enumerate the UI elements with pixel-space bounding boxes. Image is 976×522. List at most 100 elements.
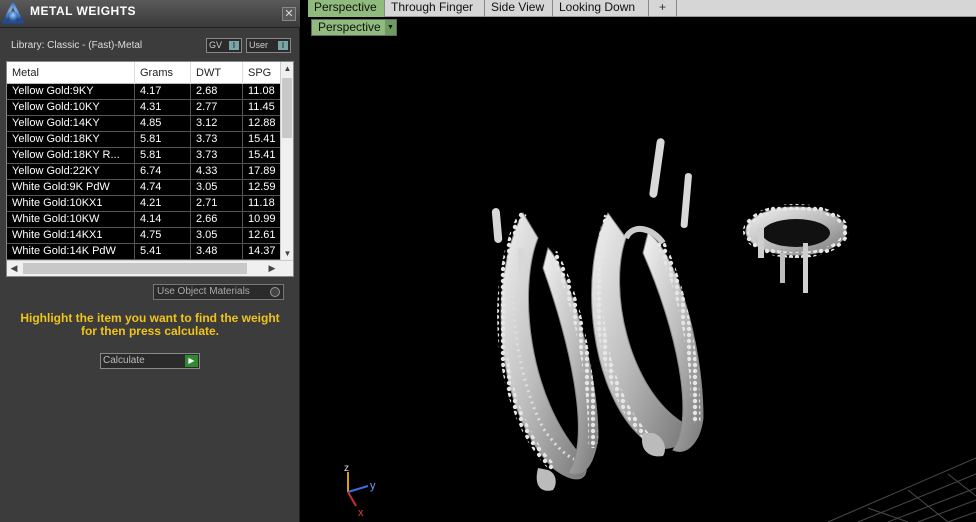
- 3d-viewport[interactable]: Perspective Through Finger Side View Loo…: [308, 0, 976, 522]
- tab-through-finger[interactable]: Through Finger: [385, 0, 485, 17]
- dwt-cell: 2.68: [191, 84, 243, 99]
- metal-cell: White Gold:10KW: [7, 212, 135, 227]
- dwt-cell: 3.48: [191, 244, 243, 259]
- dwt-cell: 3.73: [191, 132, 243, 147]
- scroll-up-icon[interactable]: ▲: [281, 62, 293, 75]
- table-row[interactable]: White Gold:9K PdW 4.74 3.05 12.59: [7, 180, 283, 196]
- dwt-cell: 3.05: [191, 180, 243, 195]
- metal-cell: Yellow Gold:9KY: [7, 84, 135, 99]
- vertical-scrollbar[interactable]: ▲ ▼: [280, 62, 293, 260]
- table-row[interactable]: Yellow Gold:14KY 4.85 3.12 12.88: [7, 116, 283, 132]
- grams-cell: 4.85: [135, 116, 191, 131]
- grams-cell: 5.81: [135, 132, 191, 147]
- instruction-text: Highlight the item you want to find the …: [20, 311, 280, 338]
- metal-cell: White Gold:10KX1: [7, 196, 135, 211]
- grams-cell: 6.74: [135, 164, 191, 179]
- dwt-cell: 2.71: [191, 196, 243, 211]
- grams-cell: 5.81: [135, 148, 191, 163]
- gv-select-label: GV: [209, 40, 223, 50]
- spg-cell: 17.89: [243, 164, 283, 179]
- metal-cell: White Gold:9K PdW: [7, 180, 135, 195]
- calculate-button[interactable]: Calculate ▶: [100, 353, 200, 369]
- table-row[interactable]: Yellow Gold:18KY 5.81 3.73 15.41: [7, 132, 283, 148]
- spg-cell: 11.45: [243, 100, 283, 115]
- spg-cell: 12.61: [243, 228, 283, 243]
- user-select[interactable]: User I: [246, 38, 291, 53]
- table-row[interactable]: Yellow Gold:18KY R... 5.81 3.73 15.41: [7, 148, 283, 164]
- table-row[interactable]: White Gold:14K PdW 5.41 3.48 14.37: [7, 244, 283, 260]
- column-header-dwt[interactable]: DWT: [191, 62, 243, 84]
- panel-title-bar: METAL WEIGHTS ✕: [0, 0, 300, 28]
- calculate-label: Calculate: [103, 355, 145, 366]
- table-row[interactable]: Yellow Gold:9KY 4.17 2.68 11.08: [7, 84, 283, 100]
- spg-cell: 15.41: [243, 148, 283, 163]
- dwt-cell: 4.33: [191, 164, 243, 179]
- horizontal-scrollbar[interactable]: ◀ ▶: [7, 260, 293, 276]
- tab-looking-down[interactable]: Looking Down: [553, 0, 649, 17]
- user-select-label: User: [249, 40, 269, 50]
- column-header-metal[interactable]: Metal: [7, 62, 135, 84]
- metal-cell: Yellow Gold:18KY: [7, 132, 135, 147]
- ring-shank-middle: [591, 138, 704, 457]
- scroll-down-icon[interactable]: ▼: [281, 247, 293, 260]
- spg-cell: 12.59: [243, 180, 283, 195]
- metal-cell: Yellow Gold:14KY: [7, 116, 135, 131]
- app-window: METAL WEIGHTS ✕ Library: Classic - (Fast…: [0, 0, 976, 522]
- add-tab-button[interactable]: +: [649, 0, 677, 17]
- axis-x-label: x: [358, 507, 364, 518]
- tab-perspective[interactable]: Perspective: [308, 0, 385, 17]
- play-arrow-icon: ▶: [185, 355, 198, 367]
- metal-weights-panel: METAL WEIGHTS ✕ Library: Classic - (Fast…: [0, 0, 300, 522]
- spg-cell: 10.99: [243, 212, 283, 227]
- metal-cell: White Gold:14KX1: [7, 228, 135, 243]
- axis-z-label: z: [344, 463, 349, 474]
- metal-table: Metal Grams DWT SPG Yellow Gold:9KY 4.17 2…: [6, 61, 294, 277]
- ring-model-render[interactable]: [308, 38, 976, 522]
- table-row[interactable]: White Gold:10KW 4.14 2.66 10.99: [7, 212, 283, 228]
- grams-cell: 4.21: [135, 196, 191, 211]
- table-row[interactable]: White Gold:10KX1 4.21 2.71 11.18: [7, 196, 283, 212]
- table-body: Yellow Gold:9KY 4.17 2.68 11.08 Yellow Gold:…: [7, 84, 283, 260]
- dwt-cell: 2.66: [191, 212, 243, 227]
- axis-y-label: y: [370, 480, 376, 492]
- column-header-grams[interactable]: Grams: [135, 62, 191, 84]
- spg-cell: 12.88: [243, 116, 283, 131]
- gv-select[interactable]: GV I: [206, 38, 242, 53]
- axis-gizmo: z y x: [344, 463, 376, 518]
- metal-cell: Yellow Gold:18KY R...: [7, 148, 135, 163]
- spg-cell: 15.41: [243, 132, 283, 147]
- table-header: Metal Grams DWT SPG: [7, 62, 283, 84]
- use-object-materials-toggle[interactable]: Use Object Materials: [153, 284, 284, 300]
- scroll-thumb-horizontal[interactable]: [23, 263, 247, 274]
- dwt-cell: 3.12: [191, 116, 243, 131]
- dropdown-arrow-icon: I: [229, 41, 239, 50]
- grams-cell: 4.31: [135, 100, 191, 115]
- metal-cell: White Gold:14K PdW: [7, 244, 135, 259]
- grams-cell: 4.14: [135, 212, 191, 227]
- spg-cell: 11.08: [243, 84, 283, 99]
- view-tabs: Perspective Through Finger Side View Loo…: [308, 0, 976, 17]
- column-header-spg[interactable]: SPG: [243, 62, 283, 84]
- grams-cell: 4.74: [135, 180, 191, 195]
- use-object-materials-label: Use Object Materials: [157, 286, 250, 297]
- library-label: Library: Classic - (Fast)-Metal: [11, 40, 143, 51]
- grams-cell: 4.17: [135, 84, 191, 99]
- tab-side-view[interactable]: Side View: [485, 0, 553, 17]
- table-row[interactable]: Yellow Gold:22KY 6.74 4.33 17.89: [7, 164, 283, 180]
- ring-shank-left: [491, 208, 599, 491]
- scroll-thumb[interactable]: [282, 78, 292, 138]
- view-mode-select[interactable]: Perspective ▼: [311, 19, 397, 36]
- grams-cell: 5.41: [135, 244, 191, 259]
- table-row[interactable]: White Gold:14KX1 4.75 3.05 12.61: [7, 228, 283, 244]
- table-row[interactable]: Yellow Gold:10KY 4.31 2.77 11.45: [7, 100, 283, 116]
- close-button[interactable]: ✕: [282, 7, 296, 21]
- spg-cell: 14.37: [243, 244, 283, 259]
- app-logo-icon: [2, 2, 24, 24]
- dwt-cell: 3.05: [191, 228, 243, 243]
- scroll-left-icon[interactable]: ◀: [7, 261, 21, 276]
- metal-cell: Yellow Gold:22KY: [7, 164, 135, 179]
- dwt-cell: 3.73: [191, 148, 243, 163]
- floor-grid: [827, 457, 976, 522]
- radio-icon[interactable]: [270, 287, 280, 297]
- scroll-right-icon[interactable]: ▶: [265, 261, 279, 276]
